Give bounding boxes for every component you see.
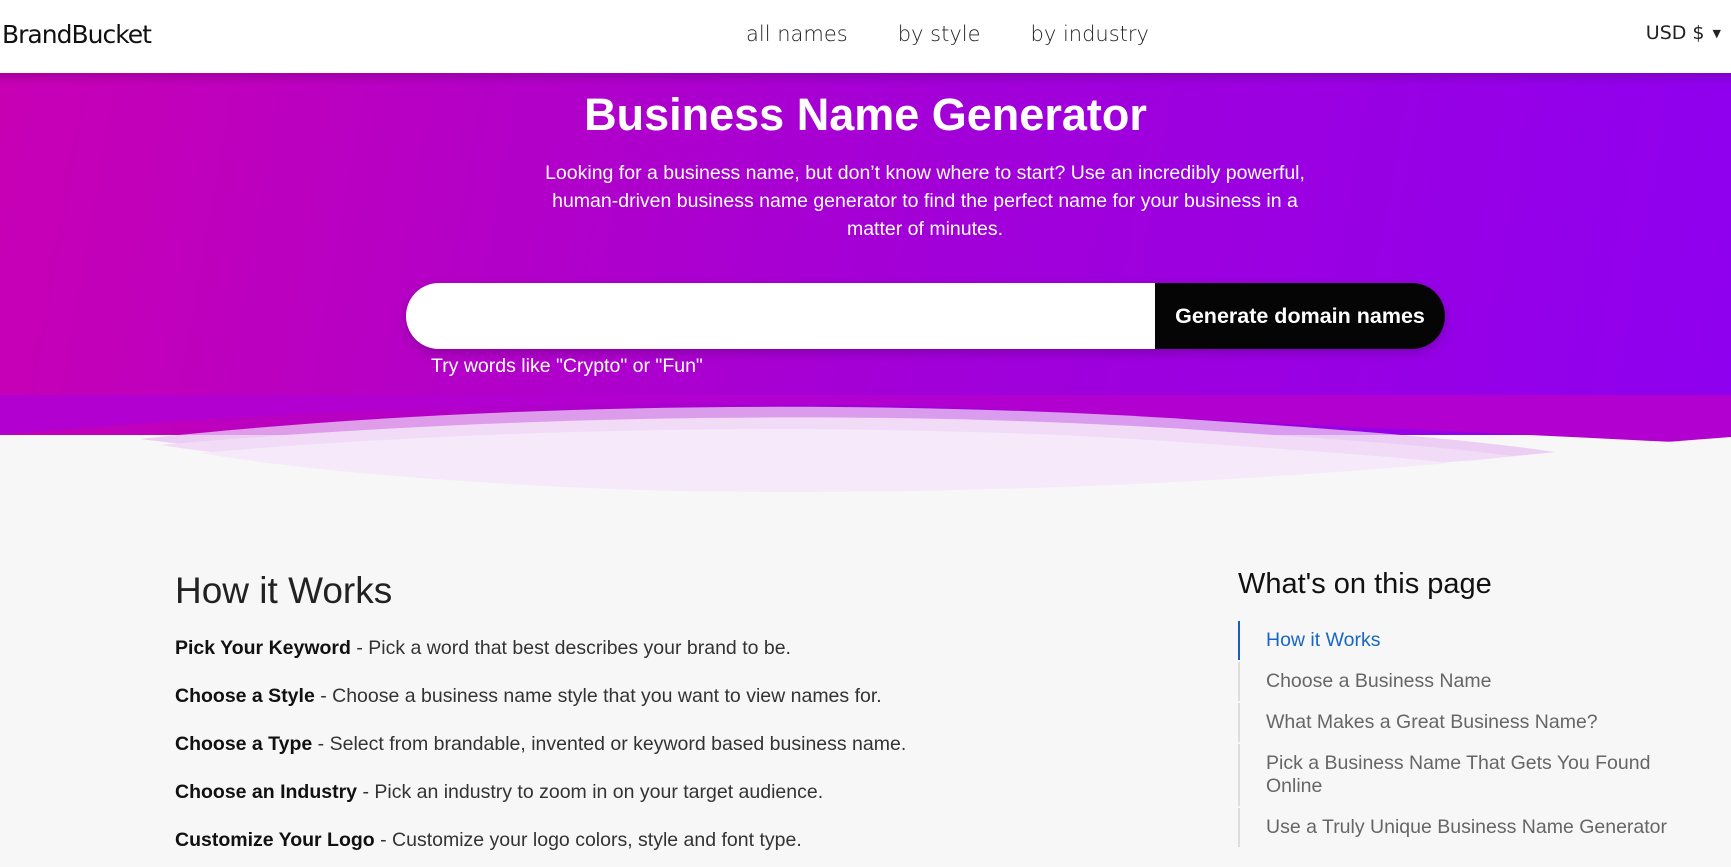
brandbucket-logo[interactable]: BrandBucket — [2, 20, 152, 49]
step-title: Choose a Style — [175, 685, 315, 707]
toc-list: How it Works Choose a Business Name What… — [1238, 621, 1708, 847]
nav-all-names[interactable]: all names — [746, 22, 848, 46]
how-it-works-section: How it Works Pick Your Keyword - Pick a … — [175, 570, 1075, 867]
toc-item-how-it-works[interactable]: How it Works — [1238, 621, 1708, 660]
step-text: - Select from brandable, invented or key… — [312, 733, 907, 755]
currency-selector[interactable]: USD $ ▼ — [1646, 22, 1721, 44]
step-title: Pick Your Keyword — [175, 637, 351, 659]
step-text: - Choose a business name style that you … — [314, 685, 882, 707]
step-text: - Customize your logo colors, style and … — [374, 829, 802, 851]
how-it-works-heading: How it Works — [175, 570, 393, 611]
step-title: Choose a Type — [175, 733, 313, 755]
step-item: Choose an Industry - Pick an industry to… — [175, 778, 1075, 806]
step-item: Choose a Style - Choose a business name … — [175, 682, 1075, 710]
header-shadow — [0, 73, 1731, 85]
keyword-input[interactable] — [406, 283, 1155, 349]
toc-item-choose-business-name[interactable]: Choose a Business Name — [1238, 662, 1708, 701]
caret-down-icon: ▼ — [1712, 26, 1721, 40]
top-navigation-bar: BrandBucket all names by style by indust… — [0, 0, 1731, 73]
generate-domain-names-button[interactable]: Generate domain names — [1155, 283, 1445, 349]
keyword-search-form: Generate domain names — [406, 283, 1445, 349]
search-hint: Try words like "Crypto" or "Fun" — [431, 355, 703, 377]
step-text: - Pick an industry to zoom in on your ta… — [357, 781, 824, 803]
toc-item-great-business-name[interactable]: What Makes a Great Business Name? — [1238, 703, 1708, 742]
hero-title: Business Name Generator — [584, 89, 1147, 140]
step-item: Choose a Type - Select from brandable, i… — [175, 730, 1075, 758]
nav-by-industry[interactable]: by industry — [1031, 22, 1149, 46]
nav-by-style[interactable]: by style — [898, 22, 981, 46]
toc-item-found-online[interactable]: Pick a Business Name That Gets You Found… — [1238, 744, 1708, 806]
toc-heading: What's on this page — [1238, 568, 1492, 600]
step-item: Pick Your Keyword - Pick a word that bes… — [175, 634, 1075, 662]
step-title: Customize Your Logo — [175, 829, 375, 851]
step-title: Choose an Industry — [175, 781, 358, 803]
hero-wave-divider — [0, 395, 1731, 515]
main-nav: all names by style by industry — [746, 22, 1149, 46]
hero-subtitle: Looking for a business name, but don’t k… — [545, 162, 1305, 240]
step-item: Customize Your Logo - Customize your log… — [175, 826, 1075, 854]
page-toc: What's on this page How it Works Choose … — [1238, 568, 1708, 849]
toc-item-unique-generator[interactable]: Use a Truly Unique Business Name Generat… — [1238, 808, 1708, 847]
step-text: - Pick a word that best describes your b… — [350, 637, 791, 659]
currency-label: USD $ — [1645, 22, 1705, 44]
